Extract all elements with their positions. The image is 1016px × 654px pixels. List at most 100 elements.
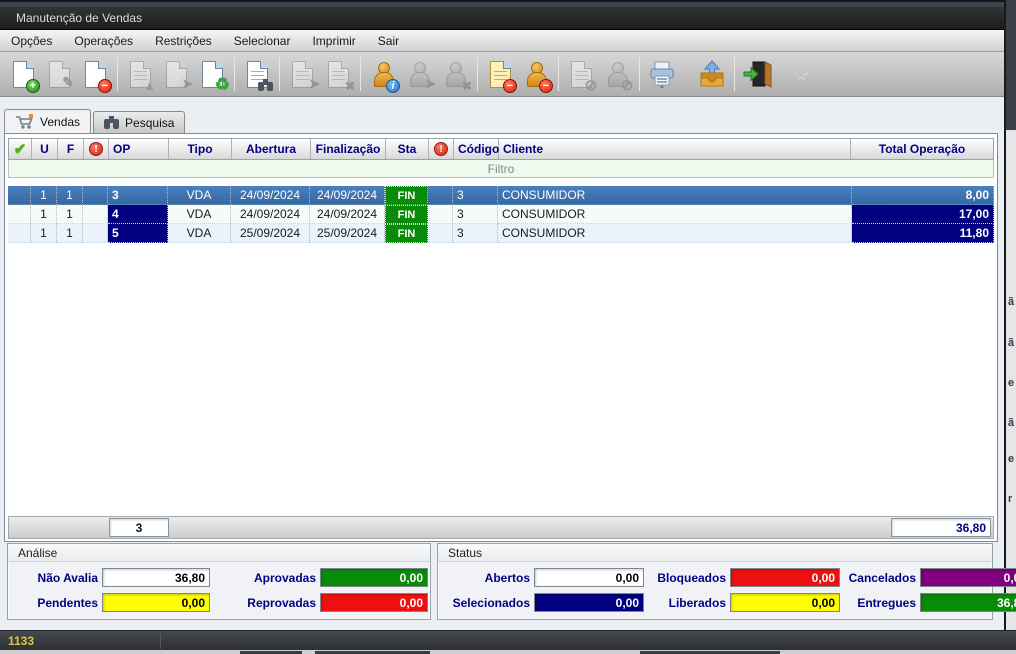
cell-alert2[interactable] [428, 224, 453, 243]
table-row[interactable]: 1 1 4 VDA 24/09/2024 24/09/2024 FIN 3 CO… [8, 205, 994, 224]
disable-document-button: ⊘ [563, 55, 599, 93]
background-text-fragment: e [1008, 453, 1014, 465]
cell-abertura[interactable]: 24/09/2024 [231, 205, 310, 224]
cell-codigo[interactable]: 3 [453, 186, 498, 205]
table-row[interactable]: 1 1 3 VDA 24/09/2024 24/09/2024 FIN 3 CO… [8, 186, 994, 205]
cell-alert2[interactable] [428, 186, 453, 205]
cell-total[interactable]: 8,00 [852, 186, 994, 205]
cell-finalizacao[interactable]: 24/09/2024 [310, 186, 385, 205]
cell-f[interactable]: 1 [57, 205, 83, 224]
exit-button[interactable] [739, 55, 775, 93]
tab-strip: Vendas Pesquisa [4, 109, 1004, 133]
menu-operacoes[interactable]: Operações [63, 31, 144, 51]
block-document-button[interactable]: − [482, 55, 518, 93]
cell-cliente[interactable]: CONSUMIDOR [498, 224, 852, 243]
selecionados-value: 0,00 [534, 593, 644, 612]
cell-alert2[interactable] [428, 205, 453, 224]
column-header-codigo[interactable]: Código [454, 139, 499, 159]
cell-u[interactable]: 1 [31, 205, 57, 224]
column-header-sta[interactable]: Sta [386, 139, 429, 159]
cell-codigo[interactable]: 3 [453, 224, 498, 243]
cell-u[interactable]: 1 [31, 224, 57, 243]
cell-alert1[interactable] [83, 186, 108, 205]
cell-op[interactable]: 3 [108, 186, 168, 205]
cancel-document-button: ✖ [320, 55, 356, 93]
print-button[interactable] [644, 55, 680, 93]
cell-f[interactable]: 1 [57, 224, 83, 243]
cell-tipo[interactable]: VDA [168, 205, 231, 224]
cell-alert1[interactable] [83, 205, 108, 224]
analise-panel: Análise Não Avalia 36,80 Aprovadas 0,00 … [7, 543, 431, 620]
liberados-value: 0,00 [730, 593, 840, 612]
menu-selecionar[interactable]: Selecionar [223, 31, 302, 51]
cell-op[interactable]: 5 [108, 224, 168, 243]
no-sign-icon: ⊘ [620, 79, 634, 93]
archive-button[interactable] [694, 55, 730, 93]
check-icon: ✔ [14, 140, 27, 158]
grid-filter-row[interactable]: Filtro [8, 160, 994, 178]
cell-codigo[interactable]: 3 [453, 205, 498, 224]
nao-avalia-label: Não Avalia [14, 571, 98, 585]
menu-opcoes[interactable]: Opções [0, 31, 63, 51]
title-bar[interactable]: Manutenção de Vendas [0, 7, 1004, 30]
menu-sair[interactable]: Sair [367, 31, 410, 51]
cell-sta[interactable]: FIN [385, 205, 428, 224]
column-header-f[interactable]: F [58, 139, 84, 159]
search-document-button[interactable] [239, 55, 275, 93]
column-header-total[interactable]: Total Operação [851, 139, 993, 159]
cell-op[interactable]: 4 [108, 205, 168, 224]
person-forward-button: ➤ [401, 55, 437, 93]
cell-alert1[interactable] [83, 224, 108, 243]
menu-bar: Opções Operações Restrições Selecionar I… [0, 30, 1004, 52]
column-header-u[interactable]: U [32, 139, 58, 159]
cell-finalizacao[interactable]: 25/09/2024 [310, 224, 385, 243]
row-count-box: 3 [109, 518, 169, 537]
nao-avalia-value: 36,80 [102, 568, 210, 587]
bloqueados-label: Bloqueados [648, 571, 726, 585]
cancelados-label: Cancelados [844, 571, 916, 585]
cell-check[interactable] [8, 186, 31, 205]
cell-cliente[interactable]: CONSUMIDOR [498, 205, 852, 224]
background-text-fragment: r [1008, 493, 1012, 505]
cell-abertura[interactable]: 24/09/2024 [231, 186, 310, 205]
refresh-document-button[interactable]: ♻ [194, 55, 230, 93]
column-header-alert1[interactable]: ! [84, 139, 109, 159]
selecionados-label: Selecionados [444, 596, 530, 610]
block-person-button[interactable]: − [518, 55, 554, 93]
column-header-op[interactable]: OP [109, 139, 169, 159]
column-header-alert2[interactable]: ! [429, 139, 454, 159]
cell-finalizacao[interactable]: 24/09/2024 [310, 205, 385, 224]
toolbar-separator [639, 57, 640, 91]
cell-f[interactable]: 1 [57, 186, 83, 205]
person-info-button[interactable]: i [365, 55, 401, 93]
menu-imprimir[interactable]: Imprimir [301, 31, 366, 51]
cell-total[interactable]: 17,00 [852, 205, 994, 224]
cell-tipo[interactable]: VDA [168, 186, 231, 205]
cell-total[interactable]: 11,80 [852, 224, 994, 243]
cell-sta[interactable]: FIN [385, 224, 428, 243]
column-header-finalizacao[interactable]: Finalização [311, 139, 386, 159]
background-window-bottom [0, 650, 1016, 654]
cell-abertura[interactable]: 25/09/2024 [231, 224, 310, 243]
minus-icon: − [98, 79, 112, 93]
tab-vendas[interactable]: Vendas [4, 109, 91, 133]
cell-sta[interactable]: FIN [385, 186, 428, 205]
delete-document-button[interactable]: − [77, 55, 113, 93]
cell-tipo[interactable]: VDA [168, 224, 231, 243]
column-header-tipo[interactable]: Tipo [169, 139, 232, 159]
column-header-cliente[interactable]: Cliente [499, 139, 851, 159]
cell-u[interactable]: 1 [31, 186, 57, 205]
status-panel: Status Abertos 0,00 Bloqueados 0,00 Canc… [437, 543, 993, 620]
column-header-abertura[interactable]: Abertura [232, 139, 311, 159]
cell-check[interactable] [8, 205, 31, 224]
analise-panel-title: Análise [8, 544, 430, 562]
cell-check[interactable] [8, 224, 31, 243]
new-document-button[interactable]: + [5, 55, 41, 93]
tab-pesquisa[interactable]: Pesquisa [93, 111, 185, 133]
column-header-check[interactable]: ✔ [9, 139, 32, 159]
cell-cliente[interactable]: CONSUMIDOR [498, 186, 852, 205]
minus-icon: − [539, 79, 553, 93]
menu-restricoes[interactable]: Restrições [144, 31, 223, 51]
binoculars-icon [104, 116, 119, 129]
table-row[interactable]: 1 1 5 VDA 25/09/2024 25/09/2024 FIN 3 CO… [8, 224, 994, 243]
